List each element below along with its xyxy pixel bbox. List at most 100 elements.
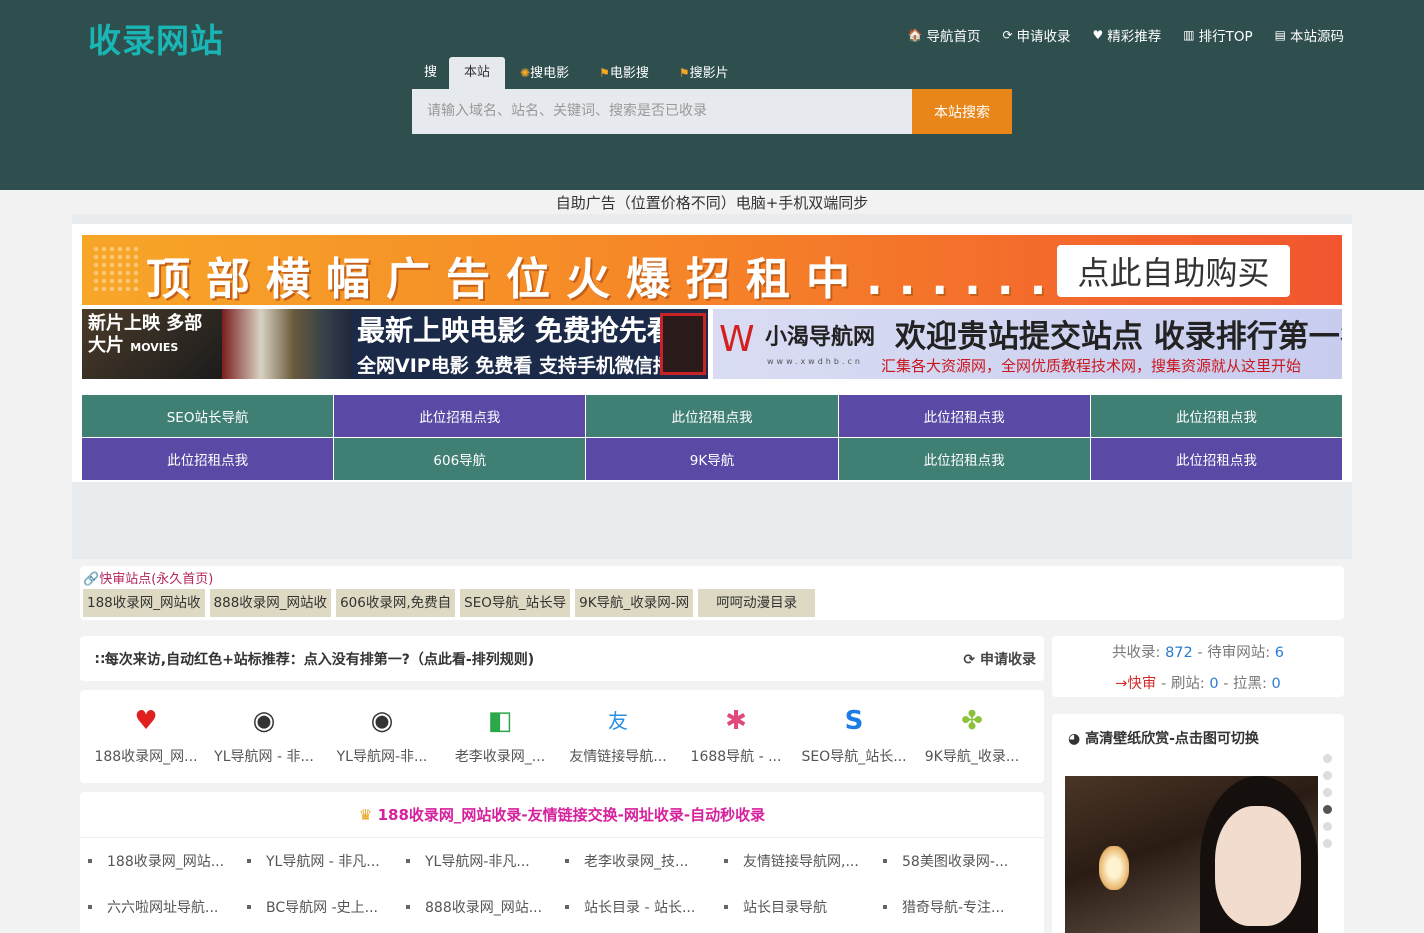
- nav-label: 导航首页: [926, 29, 981, 45]
- heart-icon: ♥: [1092, 28, 1104, 42]
- carousel-dot[interactable]: [1323, 788, 1332, 797]
- list-item[interactable]: 六六啦网址导航...: [88, 897, 247, 917]
- globe-icon: ◉: [252, 706, 276, 736]
- apply-link[interactable]: ⟳ 申请收录: [963, 649, 1036, 669]
- nav-recommend[interactable]: ♥ 精彩推荐: [1093, 25, 1162, 45]
- list-title[interactable]: ♛ 188收录网_网站收录-友情链接交换-网址收录-自动秒收录: [80, 804, 1044, 825]
- nav-site-banner-ad[interactable]: W 小渴导航网 www.xwdhb.cn 欢迎贵站提交站点 收录排行第一名 汇集…: [713, 309, 1342, 379]
- buy-ad-button[interactable]: 点此自助购买: [1057, 245, 1290, 297]
- list-item[interactable]: 58美图收录网-...: [883, 851, 1042, 871]
- bar-chart-icon: ▥: [1183, 28, 1195, 42]
- site-logo[interactable]: 收录网站: [88, 14, 224, 62]
- quick-tag[interactable]: 606收录网,免费自: [336, 589, 456, 617]
- featured-site[interactable]: ◉ YL导航网 - 非...: [205, 706, 323, 766]
- top-banner-ad[interactable]: 顶部横幅广告位火爆招租中...... 点此自助购买: [82, 235, 1342, 305]
- ad-panel-inner: 顶部横幅广告位火爆招租中...... 点此自助购买 新片上映 多部大片 MOVI…: [72, 224, 1352, 482]
- stats-row: 共收录: 872 - 待审网站: 6: [1052, 641, 1344, 662]
- list-item[interactable]: 猎奇导航-专注...: [883, 897, 1042, 917]
- nav-home[interactable]: 🏠 导航首页: [908, 25, 981, 45]
- ad-grid-cell[interactable]: 此位招租点我: [1090, 395, 1342, 437]
- list-item[interactable]: 站长目录 - 站长...: [565, 897, 724, 917]
- ad-grid-cell[interactable]: 9K导航: [586, 438, 838, 480]
- ad-grid-cell[interactable]: 此位招租点我: [82, 438, 334, 480]
- notice-text[interactable]: ∷每次来访,自动红色+站标推荐：点入没有排第一?（点此看-排列规则): [95, 649, 534, 669]
- ad-grid-cell[interactable]: 606导航: [334, 438, 586, 480]
- ad-grid-cell[interactable]: 此位招租点我: [1090, 438, 1342, 480]
- tab-site[interactable]: 本站: [449, 57, 506, 89]
- nav-apply[interactable]: ⟳ 申请收录: [1002, 25, 1070, 45]
- quick-tag[interactable]: 888收录网_网站收: [209, 589, 332, 617]
- nav-label: 精彩推荐: [1107, 29, 1162, 45]
- featured-site[interactable]: ◉ YL导航网-非...: [323, 706, 441, 766]
- leaf-icon: ◧: [487, 706, 513, 736]
- search-label: 搜: [424, 65, 438, 80]
- list-item[interactable]: 188收录网_网站...: [88, 851, 247, 871]
- ad-note[interactable]: 自助广告（位置价格不同）电脑+手机双端同步: [0, 192, 1424, 213]
- tab-label: 电影搜: [609, 66, 649, 81]
- featured-site[interactable]: 友友情链接导航...: [559, 706, 677, 766]
- notice-label: 每次来访,自动红色+站标推荐：点入没有排第一?（点此看-排列规则): [104, 652, 535, 668]
- ad-grid-cell[interactable]: 此位招租点我: [838, 438, 1090, 480]
- ad-grid-cell[interactable]: 此位招租点我: [838, 395, 1090, 437]
- carousel-dot[interactable]: [1323, 754, 1332, 763]
- site-name: 友情链接导航...: [569, 749, 667, 765]
- tab-label: 搜电影: [530, 66, 570, 81]
- list-item[interactable]: 站长目录导航: [724, 897, 883, 917]
- ad-grid-cell[interactable]: 此位招租点我: [334, 395, 586, 437]
- carousel-dot[interactable]: [1323, 822, 1332, 831]
- pending-label: - 待审网站:: [1197, 645, 1271, 661]
- carousel-dot-active[interactable]: [1323, 805, 1332, 814]
- crown-icon: ♛: [358, 806, 378, 824]
- quick-tag[interactable]: 呵呵动漫目录: [698, 589, 816, 617]
- banner-right-line1: 欢迎贵站提交站点 收录排行第一名: [895, 319, 1342, 355]
- movie-logo-icon: [660, 313, 706, 375]
- banner-right-line2: 汇集各大资源网，全网优质教程技术网，搜集资源就从这里开始: [881, 357, 1302, 375]
- quick-tag[interactable]: 9K导航_收录网-网: [575, 589, 694, 617]
- pie-icon: ◕: [1068, 731, 1086, 747]
- list-item[interactable]: 友情链接导航网,...: [724, 851, 883, 871]
- list-item[interactable]: YL导航网-非凡...: [406, 851, 565, 871]
- featured-site[interactable]: ♥ 188收录网_网...: [87, 706, 205, 766]
- globe-icon: ◉: [370, 706, 394, 736]
- list-item[interactable]: BC导航网 -史上...: [247, 897, 406, 917]
- search-button[interactable]: 本站搜索: [912, 89, 1012, 134]
- site-name: SEO导航_站长...: [801, 749, 907, 765]
- list-item[interactable]: YL导航网 - 非凡...: [247, 851, 406, 871]
- featured-site[interactable]: ✱ 1688导航 - ...: [677, 706, 795, 766]
- sun-icon: ✺: [520, 66, 531, 80]
- movie-banner-ad[interactable]: 新片上映 多部大片 MOVIES 最新上映电影 免费抢先看 全网VIP电影 免费…: [82, 309, 708, 379]
- clover-icon: ✤: [961, 706, 983, 736]
- featured-site[interactable]: S SEO导航_站长...: [795, 706, 913, 766]
- banner-logo-text: 小渴导航网: [765, 325, 876, 350]
- tab-movie-search[interactable]: ⚑电影搜: [584, 57, 664, 89]
- search-input[interactable]: 请输入域名、站名、关键词、搜索是否已收录: [412, 89, 912, 134]
- code-icon: ▤: [1274, 28, 1286, 42]
- tab-search-movie[interactable]: ✺搜电影: [505, 57, 584, 89]
- ad-grid-cell[interactable]: SEO站长导航: [82, 395, 334, 437]
- quick-tag[interactable]: 188收录网_网站收: [83, 589, 205, 617]
- featured-site[interactable]: ◧ 老李收录网_...: [441, 706, 559, 766]
- dots-decoration: [92, 245, 142, 295]
- nav-source[interactable]: ▤ 本站源码: [1275, 25, 1344, 45]
- movie-banner-line2: 全网VIP电影 免费看 支持手机微信播放: [357, 355, 691, 377]
- list-item[interactable]: 老李收录网_技...: [565, 851, 724, 871]
- tab-search-film[interactable]: ⚑搜影片: [664, 57, 744, 89]
- wallpaper-panel: ◕ 高清壁纸欣赏-点击图可切换: [1052, 714, 1344, 933]
- pending-count: 6: [1274, 645, 1284, 661]
- flag-icon: ⚑: [678, 66, 690, 80]
- quick-tag[interactable]: SEO导航_站长导: [460, 589, 571, 617]
- list-row: 188收录网_网站... YL导航网 - 非凡... YL导航网-非凡... 老…: [88, 851, 1042, 871]
- carousel-dot[interactable]: [1323, 839, 1332, 848]
- carousel-dot[interactable]: [1323, 771, 1332, 780]
- site-name: 9K导航_收录...: [924, 749, 1020, 765]
- featured-site[interactable]: ✤ 9K导航_收录...: [913, 706, 1031, 766]
- site-name: YL导航网 - 非...: [214, 749, 314, 765]
- nav-ranking[interactable]: ▥ 排行TOP: [1183, 25, 1252, 45]
- fast-review-link[interactable]: →快审: [1115, 676, 1156, 692]
- list-item[interactable]: 888收录网_网站...: [406, 897, 565, 917]
- face-shape: [1215, 806, 1301, 926]
- refresh-icon: ⟳: [1002, 28, 1013, 42]
- ad-grid-cell[interactable]: 此位招租点我: [586, 395, 838, 437]
- wallpaper-image[interactable]: [1065, 776, 1318, 933]
- site-list-section: ♛ 188收录网_网站收录-友情链接交换-网址收录-自动秒收录 188收录网_网…: [80, 792, 1044, 933]
